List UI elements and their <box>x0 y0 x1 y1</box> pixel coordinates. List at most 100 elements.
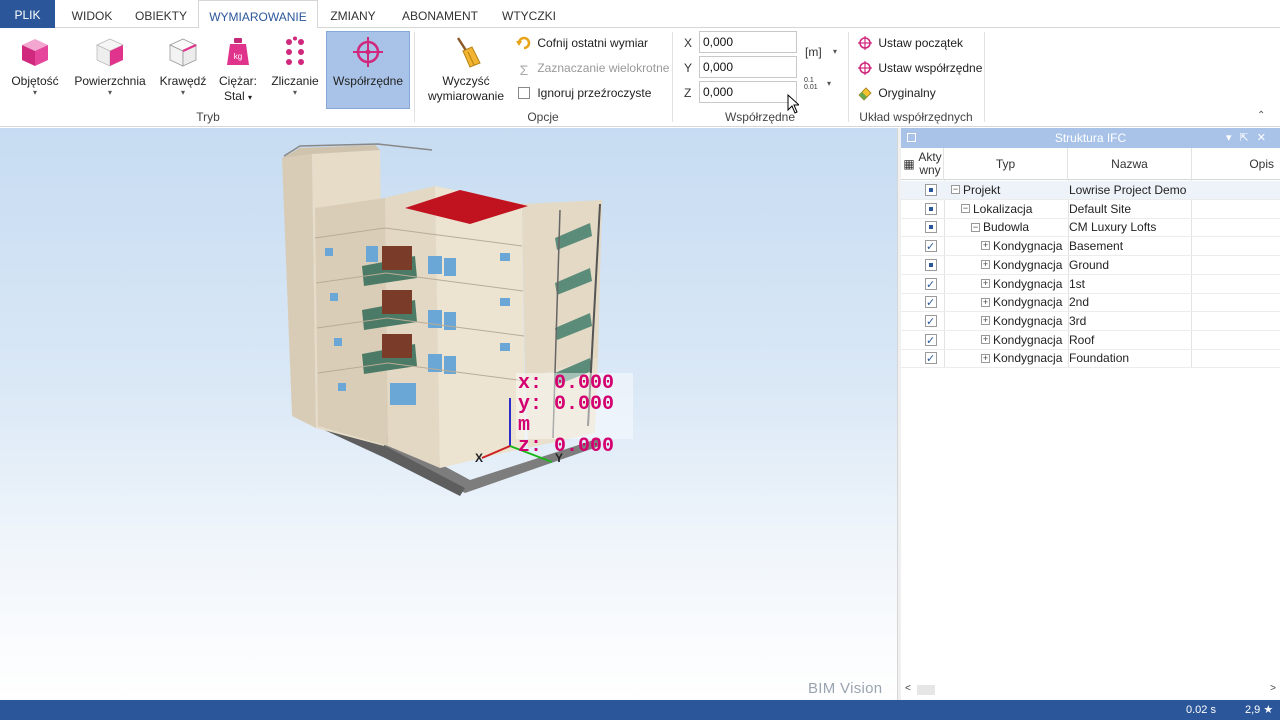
ifc-tree-row[interactable]: + Kondygnacja Ground <box>901 256 1280 275</box>
dropdown-arrow-icon: ▾ <box>292 88 297 97</box>
ignoruj-przezroczyste-checkbox[interactable]: Ignoruj przeźroczyste <box>518 83 651 103</box>
ustaw-wspolrzedne-button[interactable]: Ustaw współrzędne <box>857 58 982 78</box>
collapse-node-icon[interactable]: − <box>961 204 970 214</box>
row-nazwa: 1st <box>1069 276 1086 291</box>
zliczanie-button[interactable]: Zliczanie ▾ <box>266 32 324 110</box>
checkbox-box[interactable] <box>518 86 530 99</box>
svg-text:kg: kg <box>234 52 242 61</box>
unit-dropdown-arrow-icon[interactable]: ▾ <box>833 47 837 56</box>
zaznaczanie-wielokrotne-button[interactable]: Σ Zaznaczanie wielokrotne <box>516 58 670 78</box>
panel-title: Struktura IFC <box>1054 131 1127 145</box>
tab-plik[interactable]: PLIK <box>0 0 55 28</box>
ciezar-button[interactable]: kg Ciężar: Stal ▾ <box>216 32 260 110</box>
row-typ-text: Lokalizacja <box>973 201 1033 216</box>
row-nazwa: 2nd <box>1069 295 1090 310</box>
column-opis[interactable]: Opis <box>1192 148 1280 180</box>
column-chooser-icon[interactable]: ▦ <box>901 148 917 180</box>
powierzchnia-label: Powierzchnia <box>74 74 146 88</box>
tab-wtyczki[interactable]: WTYCZKI <box>494 0 564 29</box>
coord-x-input[interactable] <box>699 31 797 53</box>
unit-select[interactable]: [m] <box>805 45 822 59</box>
panel-window-controls[interactable]: ▾⇱✕ <box>1226 128 1274 148</box>
ribbon-tab-bar: PLIK WIDOK OBIEKTY WYMIAROWANIE ZMIANY A… <box>0 0 1280 29</box>
oryginalny-button[interactable]: Oryginalny <box>857 83 936 103</box>
ifc-tree-row[interactable]: +KondygnacjaRoof <box>901 331 1280 350</box>
scroll-left-icon[interactable]: < <box>905 683 911 694</box>
ifc-tree-row[interactable]: +KondygnacjaBasement <box>901 237 1280 257</box>
axis-x-label: X <box>475 451 484 465</box>
group-label-wspolrzedne: Współrzędne <box>724 110 796 124</box>
ifc-tree-row[interactable]: − Budowla CM Luxury Lofts <box>901 218 1280 238</box>
3d-viewport[interactable]: X Y <box>0 128 897 700</box>
wyczysc-wymiarowanie-button[interactable]: Wyczyść wymiarowanie <box>422 32 510 110</box>
zliczanie-label: Zliczanie <box>271 74 319 88</box>
active-checkbox[interactable] <box>925 258 937 271</box>
cofnij-ostatni-wymiar-button[interactable]: Cofnij ostatni wymiar <box>516 33 648 53</box>
scrollbar-thumb[interactable] <box>917 685 935 695</box>
dropdown-arrow-icon: ▾ <box>107 88 112 97</box>
row-typ-text: Kondygnacja <box>993 295 1063 310</box>
group-separator <box>848 32 849 122</box>
tab-zmiany[interactable]: ZMIANY <box>320 0 386 29</box>
active-checkbox[interactable] <box>925 313 937 331</box>
precision-dropdown-arrow-icon[interactable]: ▾ <box>827 79 831 88</box>
zaznaczanie-label: Zaznaczanie wielokrotne <box>537 61 670 75</box>
powierzchnia-button[interactable]: Powierzchnia ▾ <box>72 32 148 110</box>
row-typ-text: Projekt <box>963 183 1001 197</box>
panel-pin-icon[interactable] <box>907 133 916 142</box>
active-checkbox[interactable] <box>925 238 937 256</box>
group-label-uklad: Układ współrzędnych <box>859 110 973 124</box>
active-checkbox[interactable] <box>925 184 937 196</box>
ifc-tree-row[interactable]: − Projekt Lowrise Project Demo <box>901 181 1280 200</box>
precision-select[interactable]: 0.1 0.01 <box>804 77 818 91</box>
active-checkbox[interactable] <box>925 221 937 234</box>
active-checkbox[interactable] <box>925 202 937 215</box>
ifc-tree-row[interactable]: +Kondygnacja3rd <box>901 312 1280 331</box>
coord-y-input[interactable] <box>699 56 797 78</box>
column-nazwa[interactable]: Nazwa <box>1068 148 1192 180</box>
krawedz-button[interactable]: Krawędź ▾ <box>156 32 210 110</box>
horizontal-scrollbar[interactable]: < > <box>901 683 1280 697</box>
expand-node-icon[interactable]: + <box>981 297 990 307</box>
active-checkbox[interactable] <box>925 350 937 368</box>
ifc-structure-panel: Struktura IFC ▾⇱✕ ▦ Akty wny Typ Nazwa Op… <box>901 128 1280 700</box>
ifc-tree-row[interactable]: +Kondygnacja1st <box>901 275 1280 294</box>
objetosc-button[interactable]: Objętość ▾ <box>6 32 64 110</box>
collapse-ribbon-icon[interactable]: ⌃ <box>1257 110 1265 121</box>
edge-cube-icon <box>167 36 199 68</box>
collapse-node-icon[interactable]: − <box>971 222 980 232</box>
ignoruj-label: Ignoruj przeźroczyste <box>537 86 652 100</box>
ustaw-poczatek-button[interactable]: Ustaw początek <box>857 33 963 53</box>
expand-node-icon[interactable]: + <box>981 316 990 326</box>
scroll-right-icon[interactable]: > <box>1270 683 1276 694</box>
expand-node-icon[interactable]: + <box>981 334 990 344</box>
set-coordinates-icon <box>857 60 873 76</box>
ifc-tree-row[interactable]: +Kondygnacja2nd <box>901 293 1280 313</box>
tab-abonament[interactable]: ABONAMENT <box>392 0 488 29</box>
tab-widok[interactable]: WIDOK <box>60 0 124 29</box>
tab-obiekty[interactable]: OBIEKTY <box>128 0 194 29</box>
ifc-tree-row[interactable]: − Lokalizacja Default Site <box>901 200 1280 219</box>
coord-z-input[interactable] <box>699 81 797 103</box>
column-aktywny[interactable]: Akty wny <box>917 148 944 180</box>
render-time: 0.02 s <box>1186 704 1216 716</box>
tab-wymiarowanie[interactable]: WYMIAROWANIE <box>198 0 318 29</box>
ifc-tree-row[interactable]: +KondygnacjaFoundation <box>901 349 1280 369</box>
active-checkbox[interactable] <box>925 332 937 350</box>
expand-node-icon[interactable]: + <box>981 353 990 363</box>
row-typ: + Kondygnacja <box>981 293 1068 312</box>
row-typ: + Kondygnacja <box>981 331 1068 350</box>
column-typ[interactable]: Typ <box>944 148 1068 180</box>
collapse-node-icon[interactable]: − <box>951 185 960 195</box>
expand-node-icon[interactable]: + <box>981 278 990 288</box>
expand-node-icon[interactable]: + <box>981 241 990 251</box>
row-nazwa: CM Luxury Lofts <box>1069 220 1157 235</box>
active-checkbox[interactable] <box>925 276 937 294</box>
cofnij-label: Cofnij ostatni wymiar <box>537 36 649 50</box>
row-typ: + Kondygnacja <box>981 237 1068 256</box>
set-origin-icon <box>857 35 873 51</box>
active-checkbox[interactable] <box>925 294 937 312</box>
expand-node-icon[interactable]: + <box>981 260 990 270</box>
ustaw-wspolrzedne-label: Ustaw współrzędne <box>878 61 983 75</box>
wspolrzedne-mode-button[interactable]: Współrzędne <box>326 31 410 109</box>
